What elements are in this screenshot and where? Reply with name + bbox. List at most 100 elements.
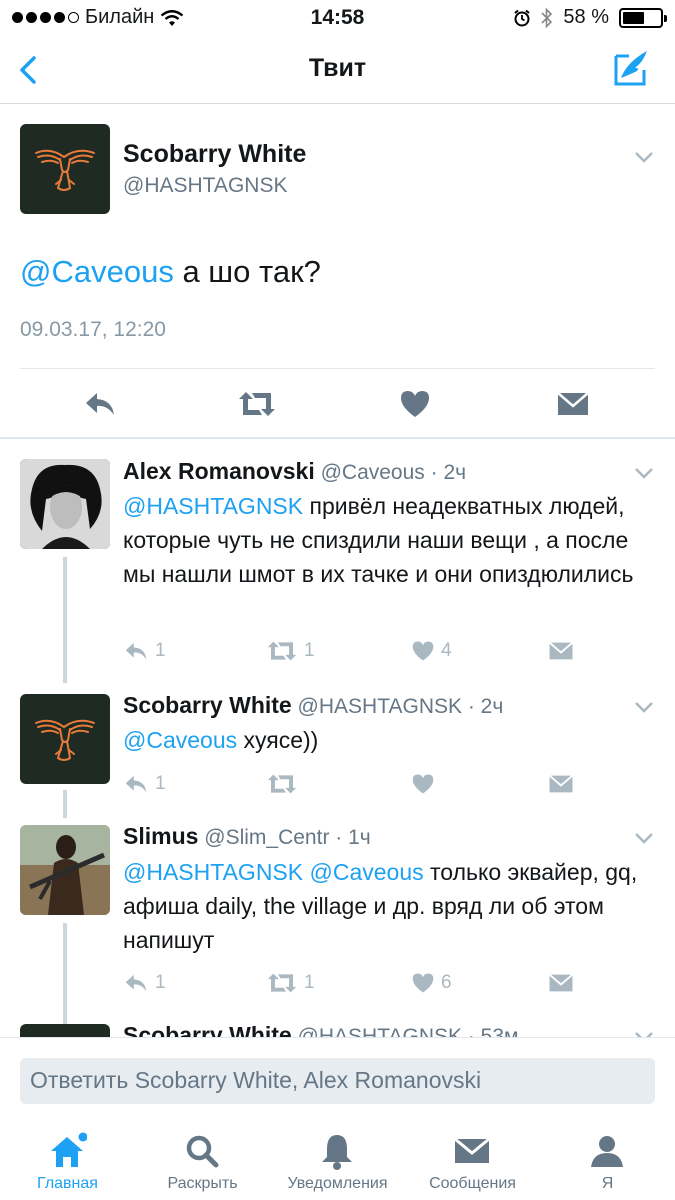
chevron-down-icon[interactable] (633, 700, 655, 714)
chevron-down-icon[interactable] (633, 831, 655, 845)
reply-icon (125, 642, 147, 660)
bird-logo-icon (35, 719, 95, 761)
reply-icon (86, 393, 114, 415)
envelope-icon (548, 641, 574, 660)
tab-notifications[interactable]: Уведомления (270, 1117, 405, 1200)
tab-explore[interactable]: Раскрыть (135, 1117, 270, 1200)
like-button[interactable] (395, 384, 435, 424)
retweet-button[interactable] (237, 384, 277, 424)
reply-author[interactable]: Alex Romanovski (123, 458, 315, 484)
avatar-scobarry[interactable] (20, 694, 110, 784)
reply-header: Scobarry White @HASHTAGNSK · 2ч (123, 692, 503, 719)
avatar-photo (20, 825, 110, 915)
tab-label: Главная (37, 1175, 98, 1192)
avatar-photo (20, 459, 110, 549)
reply-meta: @Caveous · 2ч (314, 461, 467, 484)
tab-home[interactable]: Главная (0, 1117, 135, 1200)
avatar-scobarry[interactable] (20, 124, 110, 214)
tweet-actions (0, 384, 675, 440)
chevron-down-icon[interactable] (633, 466, 655, 480)
reply-icon (125, 974, 147, 992)
tweet-text: @Caveous а шо так? (20, 254, 321, 290)
tab-bar: Главная Раскрыть Уведомления Сообщения Я (0, 1117, 675, 1200)
like-button[interactable] (411, 773, 441, 795)
reply-text: @HASHTAGNSK привёл неадекватных людей, к… (123, 489, 653, 591)
status-right: 58 % (513, 6, 667, 29)
avatar-scobarry[interactable] (20, 1024, 110, 1037)
reply-button[interactable]: 1 (123, 640, 166, 662)
author-name[interactable]: Scobarry White (123, 140, 306, 169)
reply-button[interactable]: 1 (123, 773, 166, 795)
tab-label: Уведомления (287, 1175, 388, 1192)
reply-header: Alex Romanovski @Caveous · 2ч (123, 458, 466, 485)
retweet-icon (239, 392, 275, 416)
separator (0, 437, 675, 439)
reply-mention[interactable]: @Caveous (123, 727, 237, 753)
reply-header: Slimus @Slim_Centr · 1ч (123, 823, 371, 850)
like-count: 6 (441, 972, 452, 993)
like-count: 4 (441, 640, 452, 661)
reply-mention[interactable]: @HASHTAGNSK @Caveous (123, 859, 424, 885)
battery-icon (619, 7, 667, 28)
avatar-slimus[interactable] (20, 825, 110, 915)
envelope-icon (548, 774, 574, 793)
reply-item[interactable]: Scobarry White @HASHTAGNSK · 53м (0, 1007, 675, 1037)
reply-count: 1 (155, 640, 166, 661)
chevron-down-icon[interactable] (633, 1030, 655, 1037)
reply-composer: Ответить Scobarry White, Alex Romanovski (0, 1037, 675, 1117)
reply-meta: @Slim_Centr · 1ч (198, 826, 371, 849)
retweet-button[interactable]: 1 (266, 972, 315, 994)
envelope-icon (548, 973, 574, 992)
dm-button[interactable] (548, 972, 574, 994)
dm-button[interactable] (548, 640, 574, 662)
reply-input[interactable]: Ответить Scobarry White, Alex Romanovski (20, 1058, 655, 1104)
nav-bar: Твит (0, 36, 675, 104)
reply-mention[interactable]: @HASHTAGNSK (123, 493, 303, 519)
retweet-icon (267, 774, 297, 794)
page-title: Твит (308, 54, 367, 82)
like-button[interactable]: 4 (411, 640, 452, 662)
reply-actions: 1 1 6 (123, 972, 643, 1002)
search-icon (186, 1135, 219, 1168)
reply-actions: 1 (123, 773, 643, 803)
bell-icon (322, 1135, 352, 1170)
like-button[interactable]: 6 (411, 972, 452, 994)
reply-author[interactable]: Scobarry White (123, 692, 292, 718)
dm-button[interactable] (553, 384, 593, 424)
reply-button[interactable] (80, 384, 120, 424)
tweet-mention[interactable]: @Caveous (20, 254, 174, 289)
tab-me[interactable]: Я (540, 1117, 675, 1200)
avatar-alex[interactable] (20, 459, 110, 549)
reply-meta: @HASHTAGNSK · 53м (291, 1025, 519, 1037)
reply-author[interactable]: Scobarry White (123, 1022, 292, 1037)
retweet-count: 1 (304, 972, 315, 993)
envelope-icon (557, 392, 589, 415)
retweet-icon (267, 973, 297, 993)
tab-messages[interactable]: Сообщения (405, 1117, 540, 1200)
reply-button[interactable]: 1 (123, 972, 166, 994)
tab-label: Раскрыть (167, 1175, 238, 1192)
person-icon (591, 1136, 623, 1167)
battery-percent: 58 % (563, 6, 609, 28)
compose-tweet-icon[interactable] (613, 48, 653, 88)
author-handle[interactable]: @HASHTAGNSK (123, 174, 287, 198)
dm-button[interactable] (548, 773, 574, 795)
tweet-timestamp: 09.03.17, 12:20 (20, 318, 166, 341)
chevron-down-icon[interactable] (633, 150, 655, 164)
tab-label: Сообщения (429, 1175, 516, 1192)
heart-icon (412, 973, 434, 993)
reply-author[interactable]: Slimus (123, 823, 198, 849)
retweet-button[interactable] (266, 773, 304, 795)
status-bar: Билайн 14:58 58 % (0, 0, 675, 36)
reply-icon (125, 775, 147, 793)
reply-actions: 1 1 4 (123, 640, 643, 670)
tab-label: Я (601, 1175, 614, 1192)
thread-line (63, 557, 67, 683)
retweet-button[interactable]: 1 (266, 640, 315, 662)
envelope-icon (454, 1137, 490, 1163)
tweet-body: а шо так? (173, 254, 321, 289)
reply-count: 1 (155, 972, 166, 993)
reply-header: Scobarry White @HASHTAGNSK · 53м (123, 1022, 518, 1037)
retweet-count: 1 (304, 640, 315, 661)
alarm-icon (514, 9, 531, 26)
